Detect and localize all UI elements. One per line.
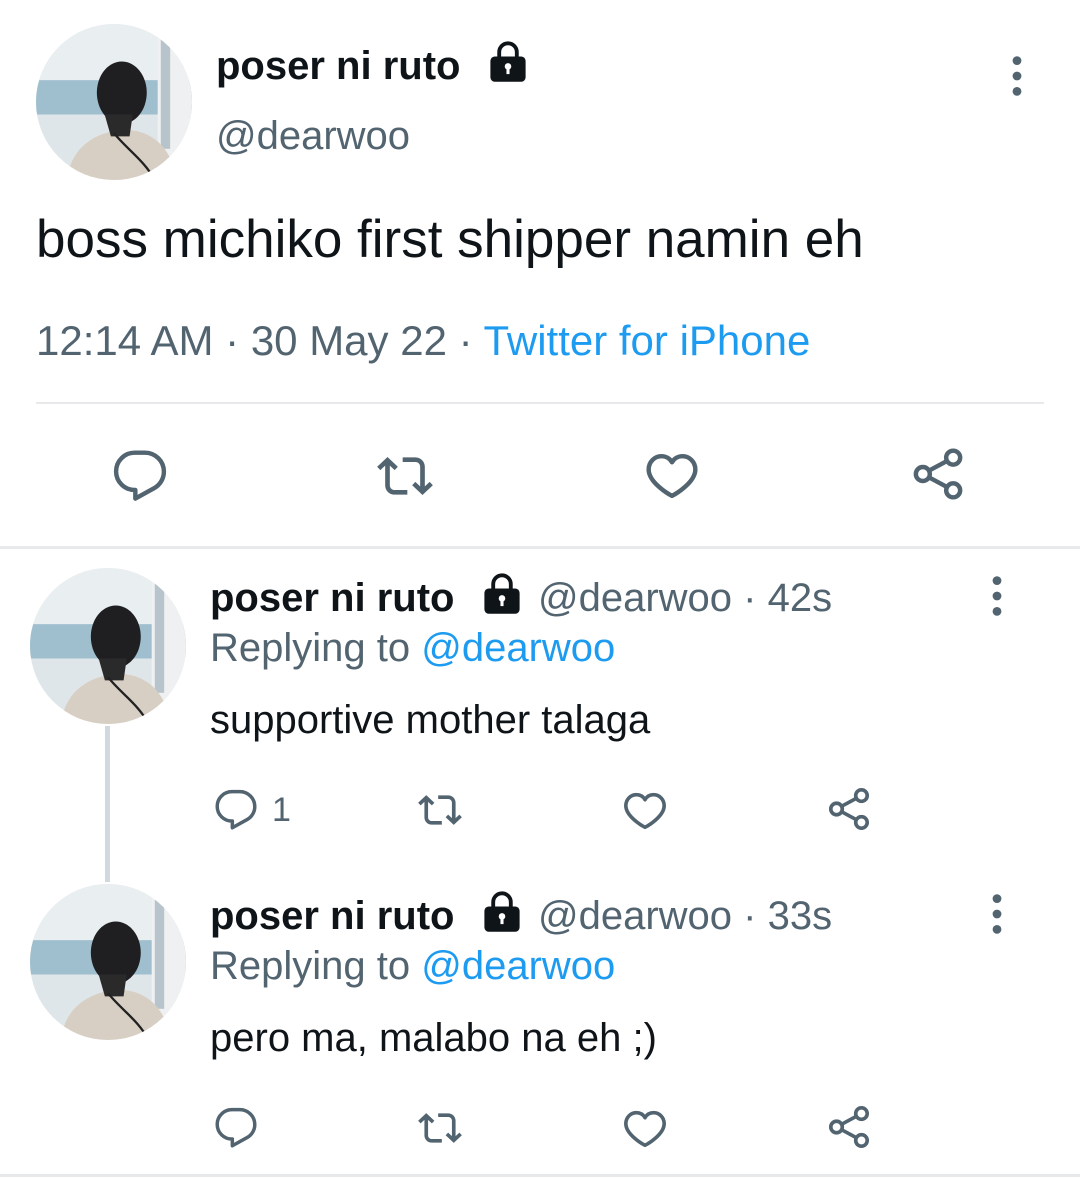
more-vertical-icon[interactable] bbox=[990, 574, 1004, 618]
reply-header: poser ni ruto bbox=[210, 892, 454, 940]
reply-count: 1 bbox=[272, 791, 291, 829]
reply-age: 33s bbox=[767, 894, 833, 938]
retweet-icon bbox=[372, 448, 438, 504]
meta-separator: · bbox=[458, 317, 473, 364]
avatar-image bbox=[30, 568, 186, 724]
share-icon bbox=[826, 786, 872, 832]
section-divider bbox=[0, 546, 1080, 549]
bottom-divider bbox=[0, 1174, 1080, 1177]
reply-text: supportive mother talaga bbox=[210, 698, 651, 742]
replying-to-label: Replying to bbox=[210, 944, 411, 988]
speech-bubble-icon bbox=[214, 788, 258, 832]
speech-bubble-icon bbox=[112, 448, 168, 504]
reply-text: pero ma, malabo na eh ;) bbox=[210, 1016, 657, 1060]
share-button[interactable] bbox=[910, 446, 966, 502]
retweet-button[interactable] bbox=[412, 1106, 468, 1150]
more-vertical-icon[interactable] bbox=[1010, 54, 1024, 98]
speech-bubble-icon bbox=[214, 1106, 258, 1150]
divider bbox=[36, 402, 1044, 404]
avatar[interactable] bbox=[36, 24, 192, 180]
share-icon bbox=[910, 446, 966, 502]
heart-icon bbox=[622, 788, 668, 834]
avatar[interactable] bbox=[30, 568, 186, 724]
user-handle[interactable]: @dearwoo bbox=[538, 894, 732, 938]
tweet-date: 30 May 22 bbox=[250, 317, 447, 364]
lock-icon bbox=[480, 572, 524, 616]
replying-to-handle[interactable]: @dearwoo bbox=[421, 944, 615, 988]
thread-connector bbox=[105, 726, 110, 882]
meta-separator: · bbox=[743, 894, 757, 938]
more-vertical-icon[interactable] bbox=[990, 892, 1004, 936]
lock-icon bbox=[480, 890, 524, 934]
display-name[interactable]: poser ni ruto bbox=[216, 42, 460, 90]
tweet-source-link[interactable]: Twitter for iPhone bbox=[484, 317, 811, 364]
replying-to: Replying to @dearwoo bbox=[210, 942, 615, 990]
user-handle[interactable]: @dearwoo bbox=[216, 112, 410, 160]
retweet-icon bbox=[412, 1106, 468, 1150]
display-name[interactable]: poser ni ruto bbox=[210, 894, 454, 938]
share-icon bbox=[826, 1104, 872, 1150]
retweet-button[interactable] bbox=[412, 788, 468, 832]
reply-handle-time: @dearwoo · 42s bbox=[538, 574, 832, 622]
share-button[interactable] bbox=[826, 1104, 872, 1150]
reply-button[interactable] bbox=[112, 448, 168, 504]
reply-handle-time: @dearwoo · 33s bbox=[538, 892, 832, 940]
tweet-text: boss michiko first shipper namin eh bbox=[36, 210, 864, 269]
avatar-image bbox=[36, 24, 192, 180]
tweet-time: 12:14 AM bbox=[36, 317, 214, 364]
replying-to: Replying to @dearwoo bbox=[210, 624, 615, 672]
avatar-image bbox=[30, 884, 186, 1040]
display-name[interactable]: poser ni ruto bbox=[210, 576, 454, 620]
like-button[interactable] bbox=[644, 448, 700, 504]
meta-separator: · bbox=[743, 576, 757, 620]
meta-separator: · bbox=[225, 317, 240, 364]
tweet-meta: 12:14 AM · 30 May 22 · Twitter for iPhon… bbox=[36, 316, 810, 366]
reply-button[interactable] bbox=[214, 788, 258, 832]
lock-icon bbox=[486, 40, 530, 84]
reply-age: 42s bbox=[767, 576, 833, 620]
like-button[interactable] bbox=[622, 1106, 668, 1152]
share-button[interactable] bbox=[826, 786, 872, 832]
heart-icon bbox=[644, 448, 700, 504]
reply-button[interactable] bbox=[214, 1106, 258, 1150]
user-handle[interactable]: @dearwoo bbox=[538, 576, 732, 620]
like-button[interactable] bbox=[622, 788, 668, 834]
heart-icon bbox=[622, 1106, 668, 1152]
retweet-icon bbox=[412, 788, 468, 832]
replying-to-label: Replying to bbox=[210, 626, 411, 670]
reply-header: poser ni ruto bbox=[210, 574, 454, 622]
avatar[interactable] bbox=[30, 884, 186, 1040]
replying-to-handle[interactable]: @dearwoo bbox=[421, 626, 615, 670]
retweet-button[interactable] bbox=[372, 448, 438, 504]
